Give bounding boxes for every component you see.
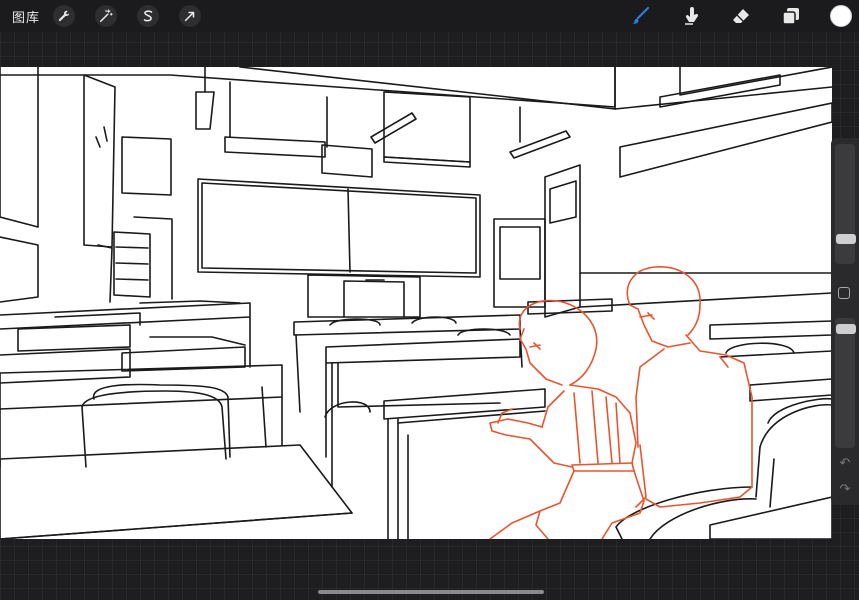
brush-icon [632, 6, 650, 24]
brush-size-slider[interactable] [835, 144, 856, 264]
gallery-button[interactable]: 图库 [12, 7, 40, 26]
drawing-canvas[interactable] [0, 67, 832, 539]
color-picker-button[interactable] [830, 5, 852, 27]
adjustments-button[interactable] [95, 5, 117, 27]
classroom-sketch-artwork [0, 67, 832, 539]
eraser-icon [733, 9, 749, 23]
home-indicator[interactable] [318, 590, 544, 594]
layers-icon [782, 8, 799, 25]
modify-button[interactable] [838, 287, 850, 299]
opacity-thumb[interactable] [836, 324, 856, 334]
arrow-cursor-icon [184, 11, 195, 22]
actions-button[interactable] [53, 5, 75, 27]
brush-sidebar: ↶ ↷ [831, 138, 859, 505]
brush-button[interactable] [628, 4, 652, 28]
smudge-button[interactable] [679, 4, 703, 28]
top-toolbar: 图库 [0, 0, 859, 32]
opacity-slider[interactable] [835, 318, 856, 448]
redo-button[interactable]: ↷ [837, 482, 853, 498]
layers-button[interactable] [779, 4, 803, 28]
undo-icon: ↶ [839, 456, 851, 471]
redo-icon: ↷ [839, 482, 851, 497]
transform-button[interactable] [179, 5, 201, 27]
wrench-icon [58, 10, 70, 22]
magic-wand-icon [99, 9, 113, 23]
selection-button[interactable] [137, 5, 159, 27]
undo-button[interactable]: ↶ [837, 456, 853, 472]
eraser-button[interactable] [729, 4, 753, 28]
brush-size-thumb[interactable] [836, 234, 856, 244]
smudge-finger-icon [685, 7, 699, 25]
selection-s-icon [143, 10, 153, 22]
